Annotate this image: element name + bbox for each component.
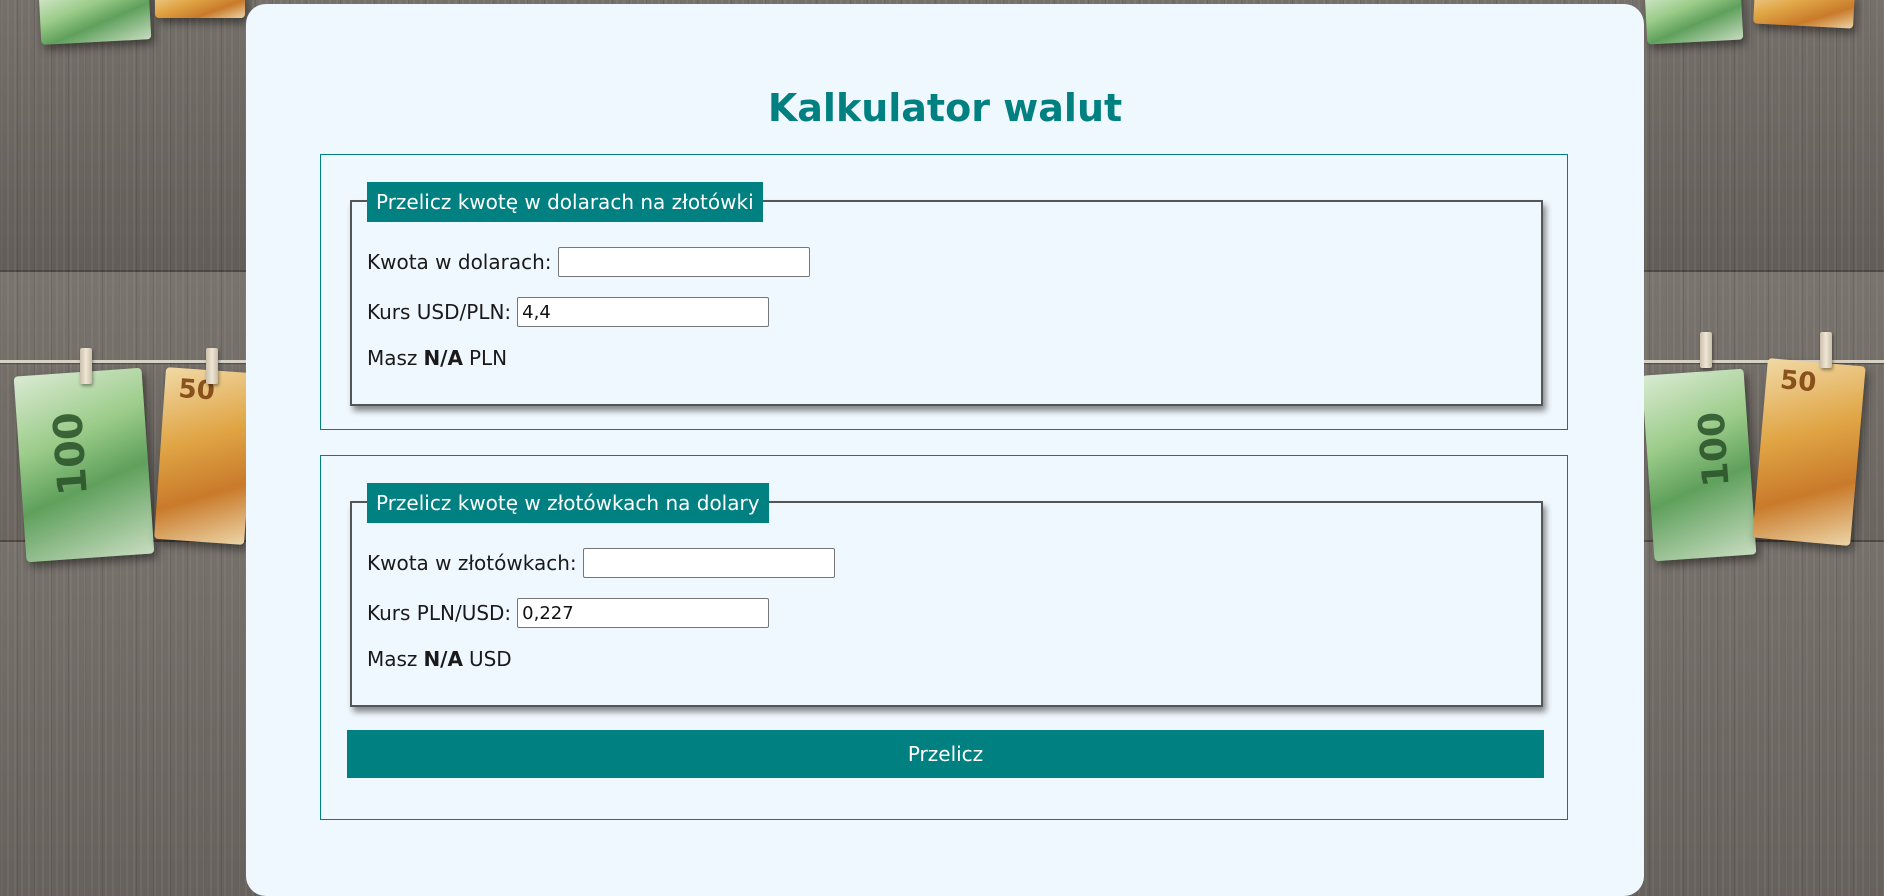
euro-50-note-icon: 50 (154, 367, 256, 545)
usd-to-pln-fieldset: Przelicz kwotę w dolarach na złotówki Kw… (350, 182, 1543, 406)
usd-to-pln-legend: Przelicz kwotę w dolarach na złotówki (367, 182, 763, 222)
clothespin-icon (206, 348, 218, 384)
pln-result-currency: PLN (468, 346, 508, 370)
pln-to-usd-legend: Przelicz kwotę w złotówkach na dolary (367, 483, 769, 523)
euro-50-note-icon (155, 0, 245, 18)
euro-100-note-icon (1644, 0, 1744, 45)
clothespin-icon (80, 348, 92, 384)
pln-to-usd-section: Przelicz kwotę w złotówkach na dolary Kw… (320, 455, 1568, 820)
usd-amount-label: Kwota w dolarach: (367, 250, 552, 274)
calculator-card: Kalkulator walut Przelicz kwotę w dolara… (246, 4, 1644, 896)
usd-result-value: N/A (423, 647, 463, 671)
euro-100-note-icon (38, 0, 152, 45)
usd-to-pln-section: Przelicz kwotę w dolarach na złotówki Kw… (320, 154, 1568, 430)
pln-result-value: N/A (423, 346, 463, 370)
euro-100-note-icon: 100 (1641, 368, 1757, 562)
pln-usd-rate-row: Kurs PLN/USD: (367, 597, 770, 629)
euro-100-note-icon: 100 (13, 367, 155, 563)
pln-result-row: Masz N/A PLN (367, 342, 507, 374)
usd-result-prefix: Masz (367, 647, 418, 671)
clothespin-icon (1820, 332, 1832, 368)
clothespin-icon (1700, 332, 1712, 368)
usd-amount-row: Kwota w dolarach: (367, 246, 810, 278)
usd-result-row: Masz N/A USD (367, 643, 512, 675)
pln-amount-input[interactable] (582, 548, 835, 578)
usd-result-currency: USD (468, 647, 512, 671)
euro-50-note-icon (1753, 0, 1855, 29)
euro-50-note-icon: 50 (1752, 358, 1866, 546)
usd-amount-input[interactable] (557, 247, 810, 277)
pln-amount-label: Kwota w złotówkach: (367, 551, 577, 575)
convert-button[interactable]: Przelicz (347, 730, 1544, 778)
usd-pln-rate-row: Kurs USD/PLN: (367, 296, 770, 328)
usd-pln-rate-input[interactable] (517, 297, 770, 327)
pln-result-prefix: Masz (367, 346, 418, 370)
clothesline-right (1644, 360, 1884, 363)
pln-usd-rate-input[interactable] (517, 598, 770, 628)
usd-pln-rate-label: Kurs USD/PLN: (367, 300, 512, 324)
page-title: Kalkulator walut (767, 86, 1123, 130)
pln-usd-rate-label: Kurs PLN/USD: (367, 601, 512, 625)
pln-to-usd-fieldset: Przelicz kwotę w złotówkach na dolary Kw… (350, 483, 1543, 707)
pln-amount-row: Kwota w złotówkach: (367, 547, 835, 579)
